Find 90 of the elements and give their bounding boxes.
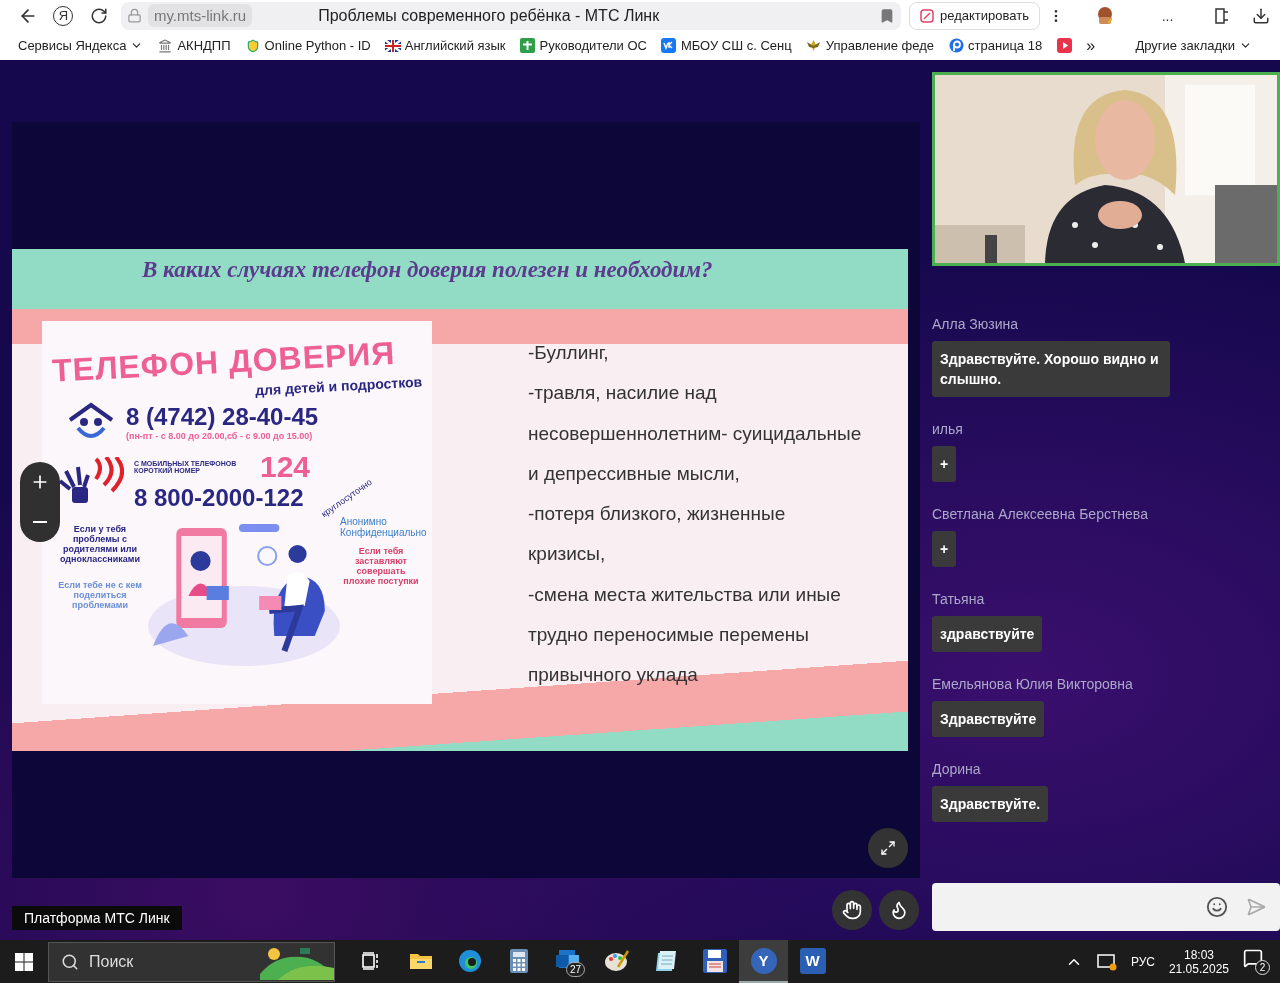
slide-text-line: кризисы, <box>528 542 607 567</box>
search-placeholder: Поиск <box>89 952 135 971</box>
bookmarks-overflow[interactable]: » <box>1086 36 1096 55</box>
case-text: Если у тебя проблемы с родителями или одноклассниками <box>58 524 141 564</box>
anonymous-text: Анонимно <box>340 516 388 527</box>
fullscreen-button[interactable] <box>868 828 908 868</box>
poster-subheading: для детей и подростков <box>254 373 423 399</box>
message-author: илья <box>932 421 963 437</box>
case-text: Если тебя заставляют совершать плохие поступки <box>342 546 420 586</box>
slide-text-line: несовершеннолетним- суицидальные <box>528 421 862 446</box>
document-app-icon: W <box>799 947 826 974</box>
count-badge: 27 <box>565 962 585 977</box>
clock[interactable]: 18:03 21.05.2025 <box>1168 947 1229 976</box>
bookmark-link[interactable]: Руководители ОС <box>519 37 647 54</box>
slide-text-line: -потеря близкого, жизненные <box>528 502 787 527</box>
edit-icon <box>919 8 934 23</box>
bookmark-link[interactable]: страница 18 <box>948 37 1043 54</box>
palette-icon <box>603 948 630 973</box>
short-number: 124 <box>260 450 311 484</box>
hotline-number: 8 800-2000-122 <box>134 484 304 512</box>
lock-icon <box>126 8 142 23</box>
bookmark-folder[interactable]: Сервисы Яндекса <box>18 38 144 53</box>
time-text: 18:03 <box>1183 947 1214 962</box>
url-text: my.mts-link.ru <box>147 4 253 27</box>
message-author: Светлана Алексеевна Берстнева <box>932 506 1148 522</box>
platform-label: Платформа МТС Линк <box>12 906 182 930</box>
message-bubble: Здравствуйте. Хорошо видно и слышно. <box>932 341 1170 397</box>
minus-icon <box>33 521 47 523</box>
taskbar-app[interactable]: W <box>788 940 837 983</box>
message-author: Алла Зюзина <box>932 316 1019 332</box>
flame-icon <box>889 900 909 920</box>
network-icon[interactable] <box>1096 952 1117 971</box>
flag-icon <box>384 37 401 54</box>
plus-square-icon <box>519 37 536 54</box>
raise-hand-button[interactable] <box>832 890 872 930</box>
count-badge: 2 <box>1255 960 1270 975</box>
browser-app-icon: Y <box>750 947 777 974</box>
slide-text-line: трудно переносимые перемены <box>528 623 810 648</box>
page-title: Проблемы современного ребёнка - МТС Линк <box>317 6 661 25</box>
home-button[interactable]: Я <box>45 1 82 30</box>
phone-number: 8 (4742) 28-40-45 <box>126 403 319 431</box>
taskbar-search[interactable]: Поиск <box>48 941 335 982</box>
slide-text-line: привычного уклада <box>528 663 699 688</box>
slide-text-line: -смена места жительства или иные <box>528 582 842 607</box>
building-icon <box>157 37 174 54</box>
message-author: Татьяна <box>932 591 985 607</box>
emoji-icon[interactable] <box>1206 896 1228 918</box>
more-text[interactable]: ... <box>1161 7 1174 24</box>
slide-text-line: и депрессивные мысли, <box>528 461 741 486</box>
message-bubble: Здравствуйте. <box>932 786 1049 822</box>
expand-icon <box>880 840 896 856</box>
p-logo-icon <box>948 37 965 54</box>
notepad-icon <box>653 948 678 973</box>
bookmark-link[interactable]: Управление феде <box>805 37 935 54</box>
case-text: Если тебе не с кем поделиться проблемами <box>57 580 143 610</box>
other-bookmarks[interactable]: Другие закладки <box>1135 38 1252 53</box>
sidebar-panel-icon[interactable] <box>1213 6 1228 25</box>
taskbar-app[interactable]: Y <box>739 940 788 983</box>
calculator-icon <box>509 948 528 973</box>
hand-icon <box>842 900 862 920</box>
windows-logo-icon <box>15 952 33 971</box>
message-bubble: Здравствуйте <box>932 701 1045 737</box>
bookmark-link[interactable]: Английский язык <box>384 37 506 54</box>
reaction-button[interactable] <box>879 890 919 930</box>
download-icon[interactable] <box>1252 6 1270 25</box>
message-bubble: + <box>932 446 957 482</box>
slide-text-line: -травля, насилие над <box>528 381 718 406</box>
hours-text: (пн-пт - с 8.00 до 20.00,сб - с 9.00 до 15.00) <box>126 431 314 441</box>
chat-input[interactable] <box>932 883 1280 931</box>
reload-icon <box>90 6 109 25</box>
bookmark-link[interactable]: МБОУ СШ с. Сенц <box>660 37 792 54</box>
slide-title: В каких случаях телефон доверия полезен и необходим? <box>142 257 713 284</box>
message-bubble: здравствуйте <box>932 616 1043 652</box>
language-indicator[interactable]: РУС <box>1130 954 1155 969</box>
notifications-button[interactable]: 2 <box>1243 948 1270 975</box>
emblem-icon <box>805 37 822 54</box>
taskbar-app[interactable]: 27 <box>543 940 592 983</box>
social-icon <box>660 37 677 54</box>
bookmark-link[interactable]: Online Python - ID <box>244 37 371 54</box>
edit-button[interactable]: редактировать <box>908 1 1040 30</box>
search-icon <box>61 952 79 971</box>
message-bubble: + <box>932 531 957 567</box>
bookmark-link[interactable]: АКНДПП <box>157 37 231 54</box>
video-play-icon[interactable] <box>1056 37 1073 54</box>
slide-text-line: -Буллинг, <box>528 341 610 365</box>
address-bar[interactable]: my.mts-link.ru Проблемы современного ребёнка - МТС Линк <box>120 1 901 30</box>
message-author: Дорина <box>932 761 981 777</box>
message-author: Емельянова Юлия Викторовна <box>932 676 1133 692</box>
date-text: 21.05.2025 <box>1168 961 1229 976</box>
browser-icon <box>457 948 482 973</box>
